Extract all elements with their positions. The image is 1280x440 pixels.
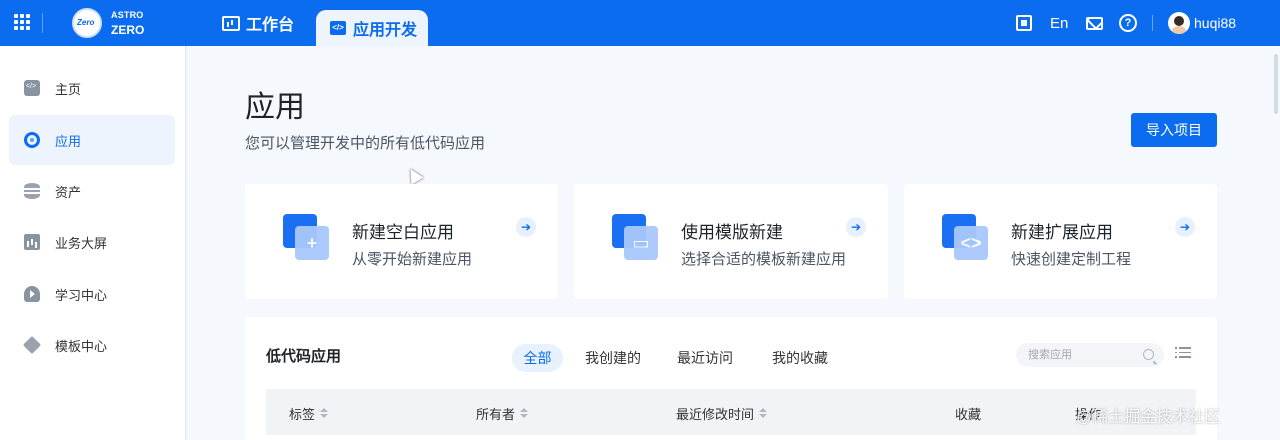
learning-icon — [24, 286, 40, 302]
column-header-tags[interactable]: 标签 — [289, 404, 329, 423]
card-description: 从零开始新建应用 — [352, 251, 473, 268]
list-view-icon[interactable] — [1175, 347, 1191, 361]
mail-icon[interactable] — [1086, 0, 1103, 46]
sidebar-item-learning[interactable]: 学习中心 — [9, 269, 175, 319]
asset-icon — [24, 183, 40, 199]
sidebar-item-label: 模板中心 — [55, 338, 108, 354]
card-description: 快速创建定制工程 — [1011, 251, 1132, 268]
sidebar-item-label: 资产 — [55, 184, 82, 200]
filter-tab-all[interactable]: 全部 — [512, 344, 563, 372]
tab-workbench[interactable]: 工作台 — [222, 0, 294, 46]
app-grid-icon[interactable] — [14, 14, 30, 30]
sidebar-item-label: 业务大屏 — [55, 235, 108, 251]
mouse-cursor-icon — [404, 165, 424, 185]
help-icon[interactable]: ? — [1119, 0, 1137, 46]
search-input[interactable] — [1016, 343, 1136, 367]
logo-text-top: ASTRO — [111, 10, 144, 20]
sidebar: 主页 应用 资产 业务大屏 学习中心 模板中心 — [0, 46, 186, 440]
avatar[interactable] — [1168, 12, 1190, 34]
arrow-right-icon[interactable]: ➔ — [516, 217, 536, 237]
watermark: @稀土掘金技术社区 — [1076, 409, 1221, 426]
column-header-modified[interactable]: 最近修改时间 — [676, 404, 768, 423]
tab-app-development-label: 应用开发 — [353, 22, 418, 39]
home-icon — [24, 80, 40, 96]
divider — [1152, 15, 1153, 31]
filter-tab-created-by-me[interactable]: 我创建的 — [578, 344, 648, 372]
language-switch[interactable]: En — [1050, 0, 1068, 46]
card-description: 选择合适的模板新建应用 — [681, 251, 847, 268]
table-header: 标签 所有者 最近修改时间 收藏 操作 — [266, 389, 1196, 435]
code-icon: </> — [330, 21, 346, 35]
sidebar-item-label: 应用 — [55, 133, 82, 149]
card-title: 新建扩展应用 — [1011, 223, 1113, 242]
tab-workbench-label: 工作台 — [246, 17, 295, 34]
sidebar-item-assets[interactable]: 资产 — [9, 166, 175, 216]
page-subtitle: 您可以管理开发中的所有低代码应用 — [245, 135, 486, 152]
template-icon — [22, 335, 42, 355]
low-code-apps-panel: 低代码应用 全部 我创建的 最近访问 我的收藏 标签 所有者 最近修改时间 收藏 — [245, 317, 1217, 440]
extension-app-icon: <> — [942, 214, 990, 262]
create-blank-app-card[interactable]: + 新建空白应用 从零开始新建应用 ➔ — [245, 184, 558, 299]
column-label: 收藏 — [955, 407, 982, 422]
column-label: 最近修改时间 — [676, 407, 755, 422]
divider — [42, 13, 43, 33]
sort-icon[interactable] — [520, 407, 529, 420]
arrow-right-icon[interactable]: ➔ — [1175, 217, 1195, 237]
monitor-icon — [222, 15, 240, 31]
tab-app-development[interactable]: </> 应用开发 — [316, 10, 428, 46]
username[interactable]: huqi88 — [1194, 15, 1236, 31]
search-icon[interactable] — [1143, 349, 1154, 360]
column-header-owner[interactable]: 所有者 — [476, 404, 529, 423]
create-from-template-card[interactable]: ▭ 使用模版新建 选择合适的模板新建应用 ➔ — [574, 184, 888, 299]
qr-code-icon[interactable] — [1016, 0, 1034, 46]
logo-text-bottom: ZERO — [111, 23, 145, 37]
sort-icon[interactable] — [759, 407, 768, 420]
logo-icon: Zero — [72, 8, 102, 38]
sidebar-item-dashboard[interactable]: 业务大屏 — [9, 217, 175, 267]
blank-app-icon: + — [283, 214, 331, 262]
import-project-button[interactable]: 导入项目 — [1131, 113, 1217, 147]
top-navigation-bar: Zero ASTRO ZERO 工作台 </> 应用开发 En ? huqi88 — [0, 0, 1280, 46]
card-title: 新建空白应用 — [352, 223, 454, 242]
search-box — [1016, 343, 1164, 367]
sidebar-item-label: 主页 — [55, 81, 82, 97]
scrollbar[interactable] — [1272, 46, 1280, 440]
main-content: 应用 您可以管理开发中的所有低代码应用 导入项目 + 新建空白应用 从零开始新建… — [187, 46, 1280, 440]
filter-tab-recent[interactable]: 最近访问 — [670, 344, 740, 372]
sidebar-item-label: 学习中心 — [55, 287, 108, 303]
filter-tab-favorites[interactable]: 我的收藏 — [765, 344, 835, 372]
panel-title: 低代码应用 — [266, 348, 342, 365]
column-label: 标签 — [289, 407, 316, 422]
sidebar-item-apps[interactable]: 应用 — [9, 115, 175, 165]
template-app-icon: ▭ — [612, 214, 660, 262]
dashboard-icon — [24, 234, 40, 250]
column-header-favorite: 收藏 — [955, 404, 981, 423]
sort-icon[interactable] — [320, 407, 329, 420]
column-label: 所有者 — [476, 407, 516, 422]
page-title: 应用 — [245, 91, 305, 124]
sidebar-item-home[interactable]: 主页 — [9, 63, 175, 113]
sidebar-item-templates[interactable]: 模板中心 — [9, 320, 175, 370]
app-icon — [24, 132, 40, 148]
card-title: 使用模版新建 — [681, 223, 783, 242]
arrow-right-icon[interactable]: ➔ — [846, 217, 866, 237]
create-extension-app-card[interactable]: <> 新建扩展应用 快速创建定制工程 ➔ — [904, 184, 1217, 299]
